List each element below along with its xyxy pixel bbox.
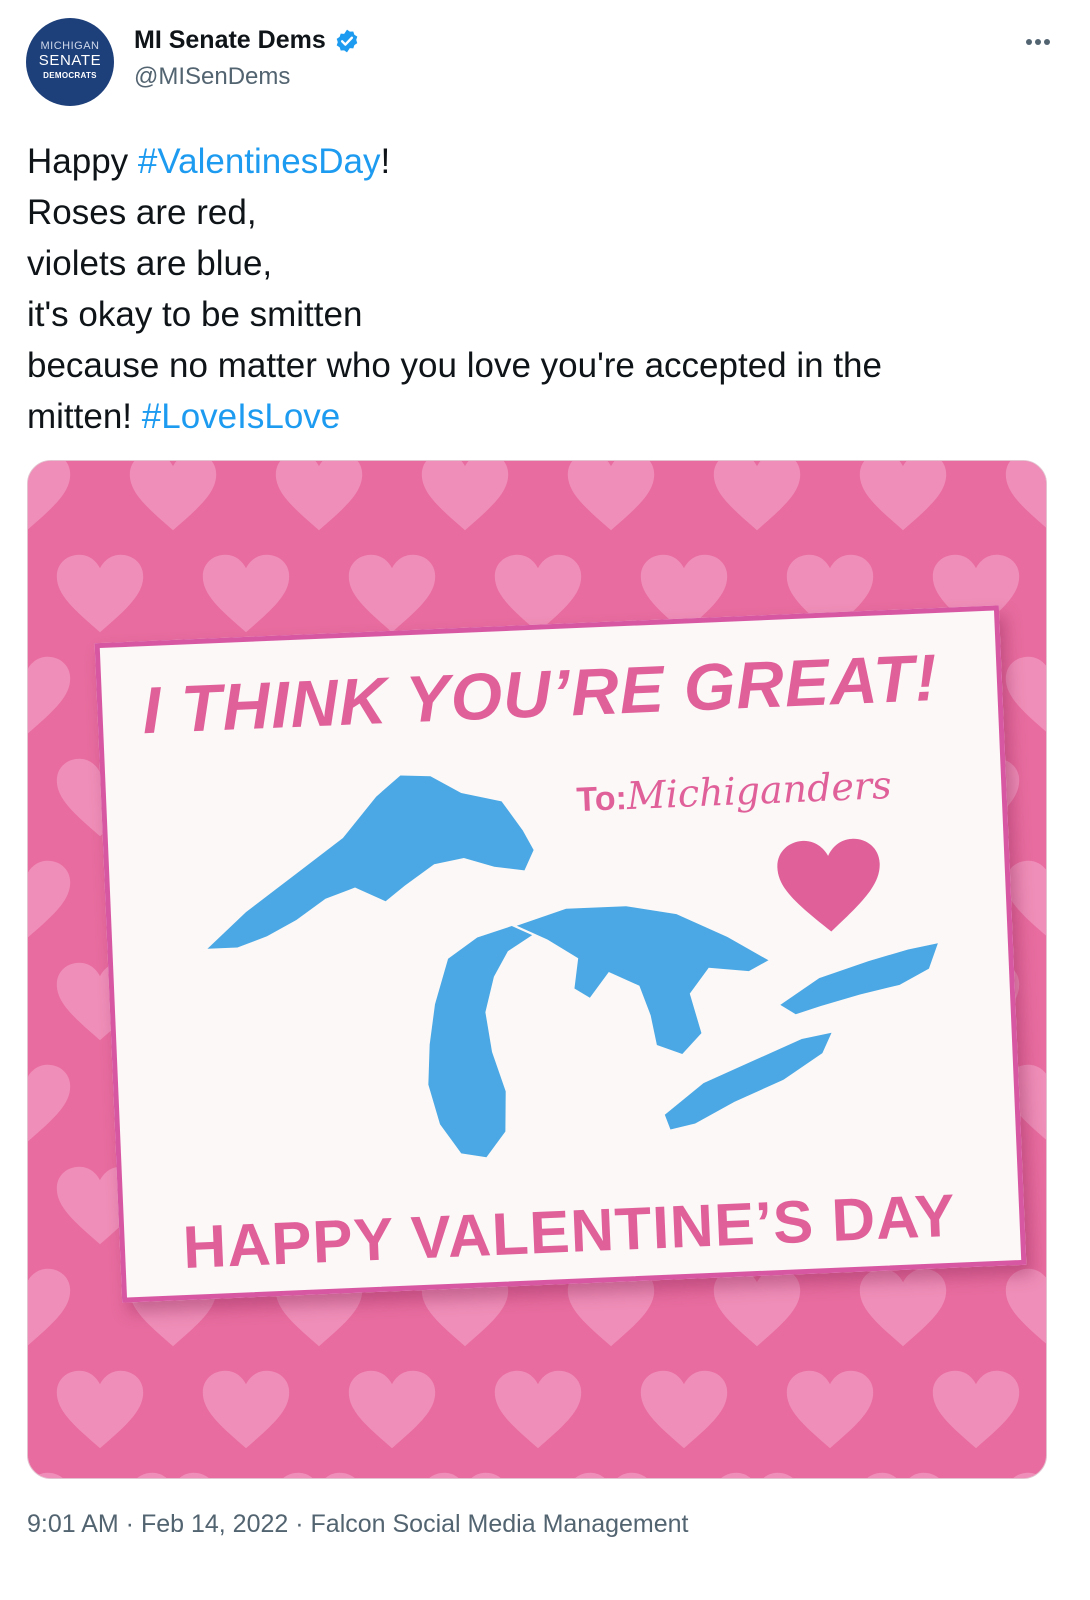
background-heart <box>567 461 655 531</box>
background-heart <box>421 461 509 531</box>
background-heart <box>932 1370 1020 1449</box>
lake-ontario <box>780 943 938 1015</box>
tweet-line-3: violets are blue, <box>27 244 273 283</box>
tweet-time[interactable]: 9:01 AM <box>27 1510 119 1538</box>
background-heart <box>56 554 144 633</box>
background-heart <box>713 1268 801 1347</box>
background-heart <box>713 461 801 531</box>
background-heart <box>202 1370 290 1449</box>
tweet-text: Happy #ValentinesDay! Roses are red, vio… <box>27 136 1067 442</box>
great-lakes-map <box>207 775 938 1158</box>
background-heart <box>1005 461 1046 528</box>
background-heart <box>283 1472 355 1478</box>
more-options-icon[interactable] <box>1026 32 1062 48</box>
background-heart <box>28 860 71 938</box>
card-title: I THINK YOU’RE GREAT! <box>140 639 940 748</box>
avatar-text-line-3: DEMOCRATS <box>43 71 97 80</box>
lake-superior <box>207 775 534 949</box>
valentine-card: I THINK YOU’RE GREAT! To:Michiganders HA… <box>94 605 1027 1303</box>
meta-separator: · <box>288 1510 311 1538</box>
background-heart <box>494 554 582 633</box>
tweet-source[interactable]: Falcon Social Media Management <box>311 1510 689 1538</box>
tweet-line-4: it's okay to be smitten <box>27 295 363 334</box>
meta-separator: · <box>118 1510 141 1538</box>
background-heart <box>348 1370 436 1449</box>
tweet-line-2: Roses are red, <box>27 193 257 232</box>
background-heart <box>28 1268 71 1346</box>
background-heart <box>575 1472 647 1478</box>
background-heart <box>1005 656 1046 732</box>
tweet-line-1: Happy #ValentinesDay! <box>27 136 1067 187</box>
lake-huron <box>516 906 769 1054</box>
background-heart <box>202 554 290 633</box>
avatar-text-line-2: SENATE <box>38 52 102 69</box>
background-heart <box>859 461 947 531</box>
account-names: MI Senate Dems @MISenDems <box>134 26 360 91</box>
background-heart <box>429 1472 501 1478</box>
tweet-image[interactable]: I THINK YOU’RE GREAT! To:Michiganders HA… <box>27 460 1047 1479</box>
background-heart <box>786 1370 874 1449</box>
background-heart <box>1013 1472 1043 1478</box>
background-heart <box>275 461 363 531</box>
background-heart <box>348 554 436 633</box>
background-heart <box>721 1472 793 1478</box>
tweet-line-6: mitten! #LoveIsLove <box>27 391 1067 442</box>
hashtag-loveislove[interactable]: #LoveIsLove <box>142 397 340 436</box>
background-heart <box>28 461 71 530</box>
avatar-text-line-1: MICHIGAN <box>40 40 100 52</box>
background-heart <box>129 461 217 531</box>
background-heart <box>1005 1268 1046 1344</box>
background-heart <box>56 1370 144 1449</box>
background-heart <box>867 1472 939 1478</box>
tweet-text-segment: ! <box>380 142 391 181</box>
account-handle[interactable]: @MISenDems <box>134 63 360 91</box>
display-name[interactable]: MI Senate Dems <box>134 26 326 55</box>
background-heart <box>859 1268 947 1347</box>
tweet-date[interactable]: Feb 14, 2022 <box>141 1510 288 1538</box>
avatar[interactable]: MICHIGAN SENATE DEMOCRATS <box>26 18 114 106</box>
background-heart <box>28 656 71 734</box>
hashtag-valentinesday[interactable]: #ValentinesDay <box>138 142 381 181</box>
background-heart <box>640 1370 728 1449</box>
tweet-text-segment: mitten! <box>27 397 142 436</box>
tweet-line-5: because no matter who you love you're ac… <box>27 346 882 385</box>
tweet-header: MICHIGAN SENATE DEMOCRATS MI Senate Dems… <box>26 18 1066 108</box>
tweet-text-segment: Happy <box>27 142 138 181</box>
background-heart <box>33 1472 63 1478</box>
lake-michigan <box>428 926 533 1158</box>
verified-badge-icon <box>336 29 358 52</box>
tweet-meta: 9:01 AM · Feb 14, 2022 · Falcon Social M… <box>27 1510 689 1539</box>
background-heart <box>137 1472 209 1478</box>
background-heart <box>494 1370 582 1449</box>
background-heart <box>28 1064 71 1142</box>
